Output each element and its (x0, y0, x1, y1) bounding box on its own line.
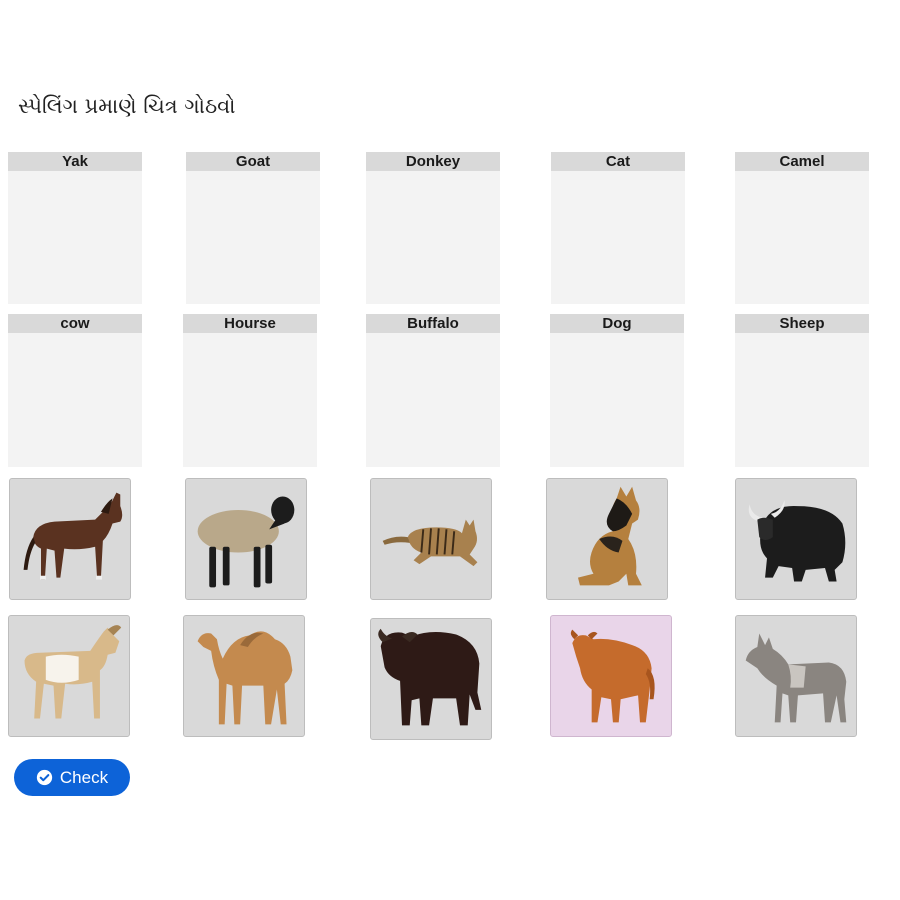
cow-icon (570, 629, 655, 723)
drop-zone-label: Goat (186, 152, 320, 171)
animal-card-buffalo[interactable] (370, 618, 492, 740)
horse-icon (23, 492, 123, 580)
animal-card-horse[interactable] (9, 478, 131, 600)
drop-zone-label: Dog (550, 314, 684, 333)
animal-card-sheep[interactable] (185, 478, 307, 600)
sheep-icon (197, 496, 295, 588)
animal-card-donkey[interactable] (735, 615, 857, 737)
drop-zone-label: Hourse (183, 314, 317, 333)
drop-zone-label: Donkey (366, 152, 500, 171)
drop-zone-label: Cat (551, 152, 685, 171)
drop-zone-label: Buffalo (366, 314, 500, 333)
buffalo-icon (378, 628, 482, 726)
drop-zone-yak[interactable]: Yak (8, 152, 142, 304)
goat-icon (24, 625, 122, 719)
dog-icon (578, 486, 642, 586)
animal-card-goat[interactable] (8, 615, 130, 737)
donkey-icon (745, 633, 847, 723)
drop-zone-goat[interactable]: Goat (186, 152, 320, 304)
drop-zone-label: cow (8, 314, 142, 333)
check-button[interactable]: Check (14, 759, 130, 796)
check-circle-icon (36, 769, 53, 786)
drop-zone-label: Yak (8, 152, 142, 171)
animal-card-cat[interactable] (370, 478, 492, 600)
drop-zone-dog[interactable]: Dog (550, 314, 684, 467)
drop-zone-label: Camel (735, 152, 869, 171)
drop-zone-cow[interactable]: cow (8, 314, 142, 467)
drop-zone-label: Sheep (735, 314, 869, 333)
animal-card-cow[interactable] (550, 615, 672, 737)
check-button-label: Check (59, 767, 109, 787)
animal-card-dog[interactable] (546, 478, 668, 600)
drop-zone-cat[interactable]: Cat (551, 152, 685, 304)
drop-zone-hourse[interactable]: Hourse (183, 314, 317, 467)
drop-zone-camel[interactable]: Camel (735, 152, 869, 304)
camel-icon (197, 631, 293, 725)
instruction-heading: સ્પેલિંગ પ્રમાણે ચિત્ર ગોઠવો (18, 94, 236, 118)
yak-icon (748, 500, 846, 582)
drop-zone-sheep[interactable]: Sheep (735, 314, 869, 467)
animal-card-camel[interactable] (183, 615, 305, 737)
drop-zone-buffalo[interactable]: Buffalo (366, 314, 500, 467)
drop-zone-donkey[interactable]: Donkey (366, 152, 500, 304)
animal-card-yak[interactable] (735, 478, 857, 600)
cat-icon (382, 519, 478, 567)
